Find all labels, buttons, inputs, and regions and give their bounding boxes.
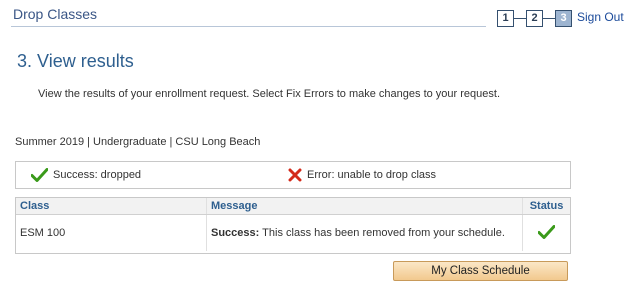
title-divider (11, 26, 486, 27)
status-cell (523, 215, 571, 252)
page-title: Drop Classes (13, 6, 98, 22)
results-table: Class Message Status ESM 100 Success: Th… (15, 197, 571, 254)
legend-error-label: Error: unable to drop class (307, 168, 437, 181)
step-3-box: 3 (555, 10, 572, 27)
sign-out-link[interactable]: Sign Out (577, 10, 624, 24)
my-class-schedule-button[interactable]: My Class Schedule (393, 261, 568, 281)
results-header-row: Class Message Status (16, 198, 570, 215)
message-cell: Success: This class has been removed fro… (206, 214, 523, 251)
step-1-box: 1 (497, 10, 514, 27)
status-legend: Success: dropped Error: unable to drop c… (15, 161, 571, 189)
check-icon (30, 168, 49, 182)
check-icon (537, 224, 556, 239)
table-row: ESM 100 Success: This class has been rem… (16, 214, 571, 252)
legend-error: Error: unable to drop class (288, 168, 436, 182)
message-text: This class has been removed from your sc… (262, 227, 505, 239)
x-icon (288, 168, 302, 182)
class-cell: ESM 100 (16, 214, 207, 251)
step-heading: 3. View results (17, 51, 134, 71)
instructions-text: View the results of your enrollment requ… (38, 88, 501, 100)
step-connector (543, 18, 555, 19)
column-header-class: Class (16, 198, 207, 215)
column-header-status: Status (522, 198, 570, 215)
step-2-box: 2 (526, 10, 543, 27)
message-status-label: Success: (211, 227, 260, 239)
legend-success-label: Success: dropped (53, 168, 142, 181)
term-info: Summer 2019 | Undergraduate | CSU Long B… (15, 136, 261, 148)
legend-success: Success: dropped (30, 168, 142, 182)
step-connector (514, 18, 526, 19)
column-header-message: Message (206, 198, 523, 215)
